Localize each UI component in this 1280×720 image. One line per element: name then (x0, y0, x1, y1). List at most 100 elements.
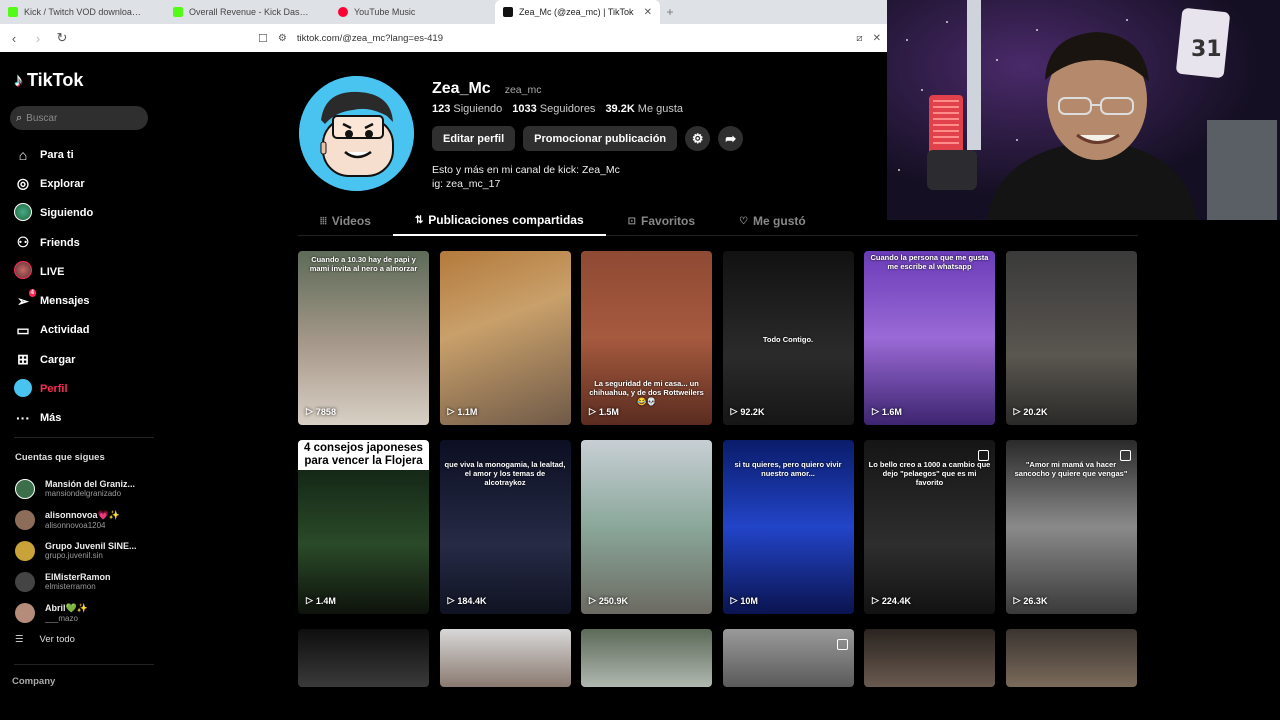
site-info-icon[interactable]: ⚙ (278, 33, 287, 44)
sidebar-item-friends[interactable]: ⚇ Friends (14, 228, 93, 257)
video-thumbnail[interactable]: Cuando a 10.30 hay de papi y mami invita… (298, 251, 429, 425)
account-username: elmisterramon (45, 582, 96, 591)
view-count: ▷ 224.4K (872, 595, 911, 606)
tab-label: Publicaciones compartidas (428, 213, 584, 227)
search-input[interactable]: ⌕ Buscar (10, 106, 148, 130)
tiktok-logo[interactable]: ♪ TikTok (14, 70, 83, 91)
video-caption: que viva la monogamia, la lealtad, el am… (444, 460, 566, 487)
tab-label: YouTube Music (354, 7, 416, 17)
play-icon: ▷ (306, 595, 313, 605)
view-count: ▷ 1.4M (306, 595, 336, 606)
sidebar-item-siguiendo[interactable]: Siguiendo (14, 199, 93, 228)
video-thumbnail[interactable]: si tu quieres, pero quiero vivir nuestro… (722, 440, 854, 614)
followers-label: Seguidores (539, 103, 596, 115)
account-name: Grupo Juvenil SINE... (45, 541, 137, 551)
following-account[interactable]: Abril💚✨ ___mazo (15, 597, 137, 628)
video-thumbnail[interactable]: Cuando la persona que me gusta me escrib… (864, 251, 995, 425)
bookmark-icon[interactable]: ☐ (258, 32, 268, 45)
url-text[interactable]: tiktok.com/@zea_mc?lang=es-419 (297, 33, 443, 44)
followers-stat[interactable]: 1033 Seguidores (512, 103, 595, 115)
edit-profile-button[interactable]: Editar perfil (432, 126, 516, 151)
video-thumbnail[interactable]: ▷ 20.2K (1005, 251, 1137, 425)
video-thumbnail[interactable]: Lo bello creo a 1000 a cambio que dejo "… (864, 440, 995, 614)
play-icon: ▷ (872, 595, 879, 605)
following-account[interactable]: ElMisterRamon elmisterramon (15, 566, 137, 597)
view-count: ▷ 1.6M (872, 406, 902, 417)
following-account[interactable]: Mansión del Graniz... mansiondelgranizado (15, 473, 137, 504)
video-thumbnail[interactable] (1005, 629, 1137, 687)
view-count-value: 1.4M (315, 595, 336, 606)
tab-label: Overall Revenue - Kick Dashboard (189, 7, 309, 17)
promote-post-button[interactable]: Promocionar publicación (523, 126, 678, 151)
browser-tab-active[interactable]: Zea_Mc (@zea_mc) | TikTok ✕ (495, 0, 660, 24)
video-thumbnail[interactable] (722, 629, 854, 687)
sidebar-item-label: Cargar (40, 353, 76, 366)
likes-stat: 39.2K Me gusta (605, 103, 683, 115)
view-count-value: 1.6M (881, 406, 902, 417)
reload-icon[interactable]: ↻ (54, 30, 70, 46)
repost-icon: ⇅ (414, 214, 424, 226)
new-tab-icon[interactable]: + (660, 0, 680, 24)
divider (14, 664, 154, 665)
play-icon: ▷ (1013, 406, 1021, 416)
list-icon: ☰ (15, 634, 24, 645)
sidebar-item-para-ti[interactable]: ⌂ Para ti (14, 140, 93, 169)
sidebar-item-mas[interactable]: ··· Más (14, 404, 93, 433)
avatar (15, 509, 35, 530)
company-link[interactable]: Company (12, 676, 55, 687)
sidebar-item-cargar[interactable]: ⊞ Cargar (14, 345, 93, 374)
video-thumbnail[interactable] (298, 629, 429, 687)
browser-tab[interactable]: Kick / Twitch VOD downloader (0, 0, 165, 24)
see-all-button[interactable]: ☰ Ver todo (15, 634, 75, 645)
sidebar-item-perfil[interactable]: Perfil (14, 374, 93, 403)
play-icon: ▷ (872, 406, 879, 416)
view-count: ▷ 1.1M (448, 406, 478, 417)
video-thumbnail[interactable]: La seguridad de mi casa... un chihuahua,… (581, 251, 712, 425)
tab-videos[interactable]: ⦙⦙⦙ Videos (298, 206, 393, 236)
video-thumbnail[interactable]: 4 consejos japoneses para vencer la Floj… (298, 440, 429, 614)
sidebar-item-mensajes[interactable]: ➢ 4 Mensajes (14, 286, 93, 315)
video-thumbnail[interactable]: que viva la monogamia, la lealtad, el am… (439, 440, 571, 614)
sidebar-item-actividad[interactable]: ▭ Actividad (14, 316, 93, 345)
kick-favicon-icon (8, 7, 18, 17)
tab-label: Videos (331, 214, 371, 228)
view-count: ▷ 1.5M (589, 406, 619, 417)
tab-reposts[interactable]: ⇅ Publicaciones compartidas (392, 206, 606, 236)
grid-icon: ⦙⦙⦙ (320, 215, 327, 227)
kick-favicon-icon (173, 7, 183, 17)
video-thumbnail[interactable] (864, 629, 995, 687)
browser-tab[interactable]: Overall Revenue - Kick Dashboard (165, 0, 330, 24)
share-arrow-icon[interactable]: ➦ (718, 126, 744, 151)
video-thumbnail[interactable]: Todo Contigo. ▷ 92.2K (722, 251, 854, 425)
settings-gear-icon[interactable]: ⚙ (685, 126, 711, 151)
forward-icon[interactable]: › (30, 31, 46, 46)
back-icon[interactable]: ‹ (6, 31, 22, 46)
tab-favorites[interactable]: ⊡ Favoritos (606, 206, 717, 236)
extension-icon[interactable]: ⧄ (856, 33, 862, 44)
play-icon: ▷ (447, 595, 455, 605)
browser-tab[interactable]: YouTube Music (330, 0, 495, 24)
video-thumbnail[interactable] (581, 629, 712, 687)
following-title: Cuentas que sigues (15, 452, 105, 463)
profile-stats: 123 Siguiendo 1033 Seguidores 39.2K Me gust… (432, 103, 683, 115)
compass-icon: ◎ (16, 175, 30, 192)
following-stat[interactable]: 123 Siguiendo (432, 103, 502, 115)
video-thumbnail[interactable]: ▷ 250.9K (581, 440, 712, 614)
play-icon: ▷ (306, 406, 313, 416)
close-icon[interactable]: ✕ (873, 33, 881, 44)
following-account[interactable]: Grupo Juvenil SINE... grupo.juvenil.sin (15, 535, 137, 566)
video-caption: La seguridad de mi casa... un chihuahua,… (589, 379, 704, 406)
close-tab-icon[interactable]: ✕ (644, 7, 652, 18)
profile-avatar[interactable] (299, 76, 414, 191)
sidebar-item-explorar[interactable]: ◎ Explorar (14, 169, 93, 198)
view-count-value: 7858 (315, 406, 336, 417)
video-thumbnail[interactable]: ▷ 1.1M (439, 251, 571, 425)
tab-liked[interactable]: ♡ Me gustó (717, 206, 828, 236)
address-bar: ‹ › ↻ ☐ ⚙ tiktok.com/@zea_mc?lang=es-419… (0, 24, 887, 52)
following-account[interactable]: alisonnovoa💗✨ alisonnovoa1204 (15, 504, 137, 535)
sidebar-item-live[interactable]: LIVE (14, 257, 93, 286)
video-thumbnail[interactable]: "Amor mi mamá va hacer sancocho y quiere… (1005, 440, 1137, 614)
tab-label: Zea_Mc (@zea_mc) | TikTok (519, 7, 634, 17)
video-thumbnail[interactable] (439, 629, 571, 687)
play-icon: ▷ (589, 406, 596, 416)
